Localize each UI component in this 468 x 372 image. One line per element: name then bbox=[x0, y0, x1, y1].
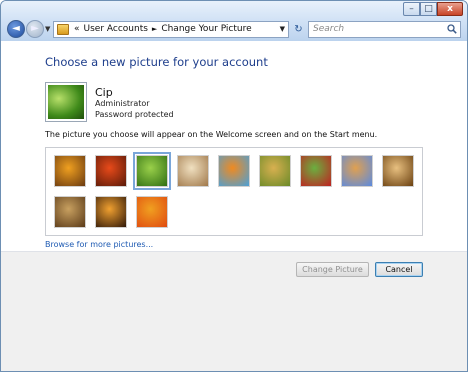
picture-soccer-ball[interactable] bbox=[300, 155, 332, 187]
picture-sparkles[interactable] bbox=[95, 196, 127, 228]
user-role: Administrator bbox=[95, 99, 150, 108]
maximize-button[interactable]: □ bbox=[420, 2, 437, 16]
change-picture-window: – □ x ◄ ► ▼ « User Accounts ► Change Your P… bbox=[0, 0, 468, 372]
address-dropdown-icon[interactable]: ▼ bbox=[280, 25, 285, 33]
picture-goldfish[interactable] bbox=[218, 155, 250, 187]
breadcrumb-user-accounts[interactable]: User Accounts bbox=[84, 24, 148, 34]
picture-robot[interactable] bbox=[177, 155, 209, 187]
picture-gallery bbox=[45, 147, 423, 236]
picture-guitar[interactable] bbox=[54, 155, 86, 187]
recent-pages-dropdown-icon[interactable]: ▼ bbox=[45, 25, 50, 33]
search-icon[interactable] bbox=[447, 24, 457, 34]
picture-leaf[interactable] bbox=[133, 152, 171, 190]
address-bar[interactable]: « User Accounts ► Change Your Picture ▼ bbox=[53, 21, 289, 38]
search-box[interactable]: Search bbox=[308, 21, 461, 38]
picture-flower[interactable] bbox=[136, 196, 168, 228]
title-bar: – □ x ◄ ► ▼ « User Accounts ► Change Your P… bbox=[1, 1, 467, 41]
user-name: Cip bbox=[95, 86, 113, 99]
user-password-status: Password protected bbox=[95, 110, 174, 119]
current-user-picture bbox=[45, 82, 87, 122]
picture-chess[interactable] bbox=[382, 155, 414, 187]
breadcrumb-separator-icon[interactable]: ► bbox=[152, 25, 157, 33]
forward-button[interactable]: ► bbox=[26, 20, 44, 38]
back-button[interactable]: ◄ bbox=[7, 20, 25, 38]
picture-kitten[interactable] bbox=[54, 196, 86, 228]
info-text: The picture you choose will appear on th… bbox=[45, 130, 378, 139]
breadcrumb-change-your-picture[interactable]: Change Your Picture bbox=[161, 24, 251, 34]
picture-puppy[interactable] bbox=[341, 155, 373, 187]
button-bar: Change Picture Cancel bbox=[1, 251, 467, 371]
search-input[interactable]: Search bbox=[313, 24, 344, 34]
control-panel-icon bbox=[57, 24, 69, 35]
browse-more-pictures-link[interactable]: Browse for more pictures... bbox=[45, 240, 153, 249]
breadcrumb: « User Accounts ► Change Your Picture bbox=[74, 24, 256, 34]
close-button[interactable]: x bbox=[437, 2, 463, 16]
minimize-button[interactable]: – bbox=[403, 2, 420, 16]
picture-starfish[interactable] bbox=[95, 155, 127, 187]
refresh-button[interactable]: ↻ bbox=[291, 21, 306, 38]
cancel-button[interactable]: Cancel bbox=[375, 262, 423, 277]
picture-bamboo[interactable] bbox=[259, 155, 291, 187]
page-title: Choose a new picture for your account bbox=[45, 55, 268, 69]
content-area: Choose a new picture for your account Ci… bbox=[1, 41, 467, 251]
change-picture-button[interactable]: Change Picture bbox=[296, 262, 369, 277]
breadcrumb-overflow[interactable]: « bbox=[74, 24, 80, 34]
